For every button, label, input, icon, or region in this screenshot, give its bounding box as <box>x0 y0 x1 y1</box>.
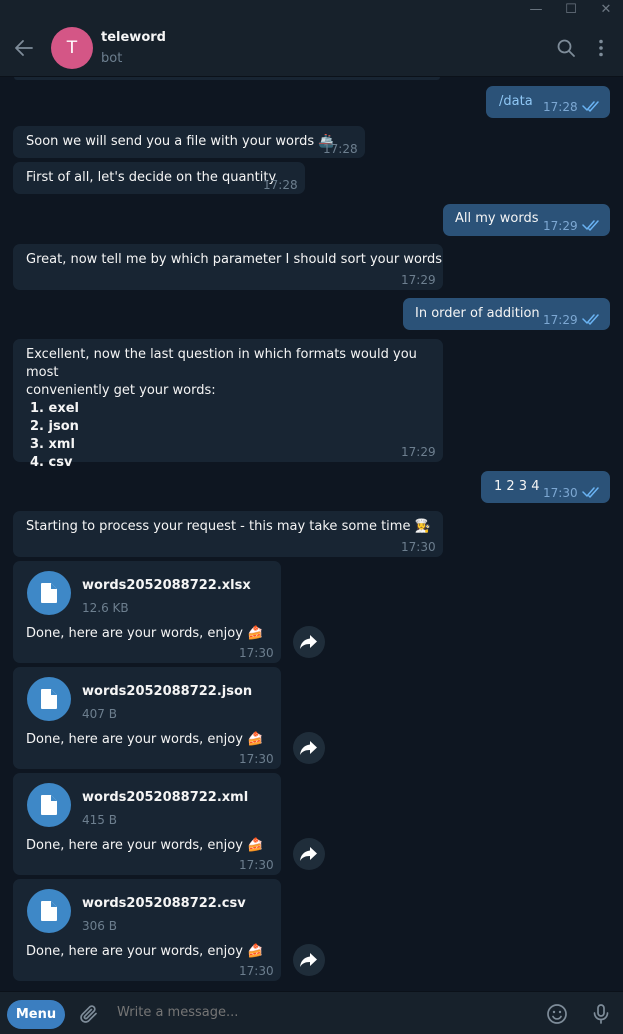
file-size: 12.6 KB <box>82 601 129 615</box>
previous-message-edge <box>14 77 440 80</box>
message-time: 17:30 <box>239 964 274 978</box>
forward-button[interactable] <box>293 838 325 870</box>
microphone-icon[interactable] <box>589 1002 613 1026</box>
file-caption: Done, here are your words, enjoy 🍰 <box>26 626 264 641</box>
message-bubble[interactable]: All my words 17:29 <box>443 204 610 236</box>
close-window-button[interactable]: ✕ <box>588 0 623 20</box>
list-item: 2. json <box>30 419 79 434</box>
message-time: 17:29 <box>401 273 436 287</box>
file-name[interactable]: words2052088722.xlsx <box>82 577 251 595</box>
file-name[interactable]: words2052088722.xml <box>82 789 248 807</box>
message-bubble[interactable]: Excellent, now the last question in whic… <box>13 339 443 470</box>
file-name[interactable]: words2052088722.csv <box>82 895 246 913</box>
message-bubble[interactable]: Great, now tell me by which parameter I … <box>13 244 443 290</box>
paperclip-icon[interactable] <box>77 1002 101 1026</box>
format-list: 1. exel 2. json 3. xml 4. csv <box>26 400 443 472</box>
message-composer: Menu <box>0 991 623 1034</box>
chat-header: T teleword bot <box>0 20 623 77</box>
file-message[interactable]: words2052088722.json 407 B Done, here ar… <box>13 667 281 769</box>
file-caption: Done, here are your words, enjoy 🍰 <box>26 732 264 747</box>
minimize-button[interactable]: — <box>518 0 554 20</box>
document-icon[interactable] <box>27 571 71 615</box>
message-text: Great, now tell me by which parameter I … <box>26 252 443 267</box>
message-bubble[interactable]: In order of addition 17:29 <box>403 298 610 330</box>
file-caption: Done, here are your words, enjoy 🍰 <box>26 944 264 959</box>
message-time: 17:28 <box>323 142 358 156</box>
file-size: 306 B <box>82 919 117 933</box>
message-text: 1 2 3 4 <box>494 479 540 494</box>
chat-status: bot <box>101 51 123 66</box>
document-icon[interactable] <box>27 677 71 721</box>
more-vertical-icon[interactable] <box>589 36 613 60</box>
message-time: 17:28 <box>543 100 578 114</box>
maximize-button[interactable]: ☐ <box>553 0 589 20</box>
list-item: 1. exel <box>30 401 79 416</box>
file-message[interactable]: words2052088722.xlsx 12.6 KB Done, here … <box>13 561 281 663</box>
read-checks-icon <box>582 101 599 112</box>
document-icon[interactable] <box>27 783 71 827</box>
message-text: All my words <box>455 211 539 226</box>
message-time: 17:30 <box>239 646 274 660</box>
emoji-icon[interactable] <box>545 1002 569 1026</box>
chat-title[interactable]: teleword <box>101 30 166 45</box>
forward-icon <box>300 635 317 649</box>
message-time: 17:29 <box>543 313 578 327</box>
message-input[interactable] <box>117 1005 517 1020</box>
forward-icon <box>300 741 317 755</box>
message-bubble[interactable]: Soon we will send you a file with your w… <box>13 126 365 158</box>
file-caption: Done, here are your words, enjoy 🍰 <box>26 838 264 853</box>
message-time: 17:28 <box>263 178 298 192</box>
message-text: conveniently get your words: <box>26 383 216 398</box>
message-time: 17:30 <box>239 858 274 872</box>
forward-button[interactable] <box>293 626 325 658</box>
file-size: 415 B <box>82 813 117 827</box>
back-arrow-icon[interactable] <box>12 36 36 60</box>
bot-menu-button[interactable]: Menu <box>7 1000 65 1029</box>
message-text: Starting to process your request - this … <box>26 519 431 534</box>
list-item: 3. xml <box>30 437 75 452</box>
file-message[interactable]: words2052088722.xml 415 B Done, here are… <box>13 773 281 875</box>
avatar[interactable]: T <box>51 27 93 69</box>
message-time: 17:30 <box>239 752 274 766</box>
message-text: First of all, let's decide on the quanti… <box>26 170 277 185</box>
message-text: Excellent, now the last question in whic… <box>26 347 417 380</box>
file-size: 407 B <box>82 707 117 721</box>
message-bubble[interactable]: Starting to process your request - this … <box>13 511 443 557</box>
message-time: 17:29 <box>543 219 578 233</box>
message-time: 17:29 <box>401 445 436 459</box>
message-text: Soon we will send you a file with your w… <box>26 134 335 149</box>
window-titlebar: — ☐ ✕ <box>0 0 623 20</box>
forward-button[interactable] <box>293 732 325 764</box>
forward-button[interactable] <box>293 944 325 976</box>
file-message[interactable]: words2052088722.csv 306 B Done, here are… <box>13 879 281 981</box>
forward-icon <box>300 953 317 967</box>
bot-command-link[interactable]: /data <box>499 93 533 111</box>
forward-icon <box>300 847 317 861</box>
message-bubble[interactable]: 1 2 3 4 17:30 <box>481 471 610 503</box>
read-checks-icon <box>582 220 599 231</box>
list-item: 4. csv <box>30 455 73 470</box>
read-checks-icon <box>582 487 599 498</box>
file-name[interactable]: words2052088722.json <box>82 683 252 701</box>
document-icon[interactable] <box>27 889 71 933</box>
message-text: In order of addition <box>415 306 540 321</box>
message-bubble[interactable]: /data 17:28 <box>486 86 610 118</box>
message-bubble[interactable]: First of all, let's decide on the quanti… <box>13 162 305 194</box>
message-time: 17:30 <box>401 540 436 554</box>
search-icon[interactable] <box>554 36 578 60</box>
read-checks-icon <box>582 314 599 325</box>
message-time: 17:30 <box>543 486 578 500</box>
